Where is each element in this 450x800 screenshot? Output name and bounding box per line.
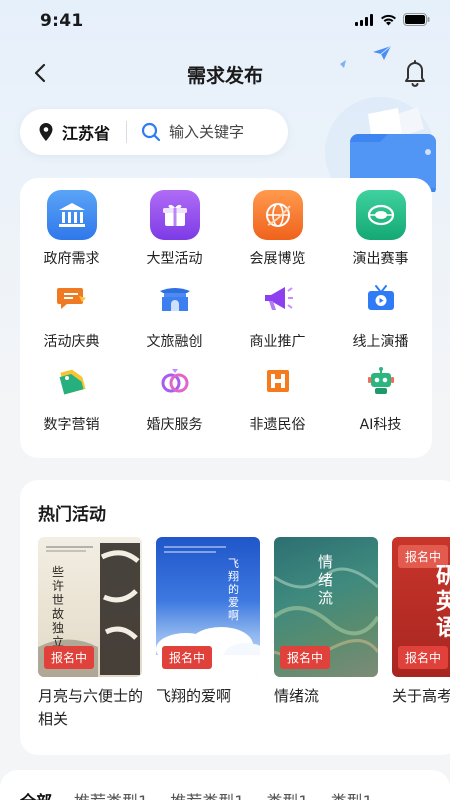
category-government[interactable]: 政府需求 <box>20 190 123 273</box>
category-label: 数字营销 <box>43 417 100 433</box>
category-performance[interactable]: 演出赛事 <box>329 190 432 273</box>
page-title: 需求发布 <box>186 65 263 87</box>
cover-title: 研英语 <box>436 563 450 641</box>
status-bar: 9:41 <box>0 0 450 44</box>
status-time: 9:41 <box>40 11 84 31</box>
tab-type-2[interactable]: 类型1 <box>331 770 373 800</box>
category-promotion[interactable]: 商业推广 <box>226 273 329 356</box>
activity-cover: 些许世故独立事 报名中 <box>38 537 142 677</box>
gift-box-icon <box>149 190 200 240</box>
category-label: 会展博览 <box>249 251 306 267</box>
activity-cover: 飞翔的爱啊 报名中 <box>156 537 260 677</box>
status-badge: 报名中 <box>398 646 449 669</box>
activity-cover: 报名中 研英语 报名中 <box>392 537 450 677</box>
cover-title: 飞翔的爱啊 <box>228 557 239 622</box>
chat-flag-icon <box>46 273 97 323</box>
category-label: AI科技 <box>359 417 402 433</box>
cover-title: 情绪流 <box>318 553 334 607</box>
activity-list: 些许世故独立事 报名中 月亮与六便士的相关 飞翔的爱啊 报名中 飞翔的爱啊 <box>38 537 450 731</box>
category-tab-bar: 全部 推荐类型1 推荐类型1 类型1 类型1 <box>0 770 450 800</box>
location-pin-icon[interactable] <box>38 122 54 142</box>
activity-name: 情绪流 <box>274 687 320 705</box>
status-badge: 报名中 <box>280 646 331 669</box>
government-icon <box>46 190 97 240</box>
activity-card[interactable]: 情绪流 报名中 情绪流 <box>274 537 378 731</box>
wifi-icon <box>381 14 396 25</box>
category-expo[interactable]: 会展博览 <box>226 190 329 273</box>
tab-recommended-1[interactable]: 推荐类型1 <box>74 770 148 800</box>
pattern-icon <box>252 356 303 406</box>
tab-recommended-2[interactable]: 推荐类型1 <box>170 770 244 800</box>
search-bar: 江苏省 <box>20 109 288 155</box>
tab-type-1[interactable]: 类型1 <box>266 770 308 800</box>
status-badge: 报名中 <box>162 646 213 669</box>
stadium-icon <box>355 190 406 240</box>
category-ai-tech[interactable]: AI科技 <box>329 356 432 439</box>
tv-icon <box>355 273 406 323</box>
category-label: 政府需求 <box>43 251 100 267</box>
globe-icon <box>252 190 303 240</box>
hot-activities-section: 热门活动 些许世故独立事 报名中 月亮与六便士的相关 <box>20 480 450 755</box>
activity-card[interactable]: 飞翔的爱啊 报名中 飞翔的爱啊 <box>156 537 260 731</box>
category-celebration[interactable]: 活动庆典 <box>20 273 123 356</box>
section-title: 热门活动 <box>38 505 106 525</box>
search-icon[interactable] <box>141 122 161 142</box>
search-divider <box>126 121 128 143</box>
category-label: 大型活动 <box>146 251 203 267</box>
signal-icon <box>355 13 373 26</box>
activity-name: 飞翔的爱啊 <box>156 687 232 705</box>
category-label: 婚庆服务 <box>146 417 203 433</box>
category-label: 文旅融创 <box>146 334 203 350</box>
activity-name: 月亮与六便士的相关 <box>38 687 144 728</box>
category-culture-tourism[interactable]: 文旅融创 <box>123 273 226 356</box>
category-label: 演出赛事 <box>352 251 409 267</box>
activity-card[interactable]: 些许世故独立事 报名中 月亮与六便士的相关 <box>38 537 143 731</box>
status-icons <box>355 13 430 26</box>
tab-all[interactable]: 全部 <box>20 770 52 800</box>
category-online-broadcast[interactable]: 线上演播 <box>329 273 432 356</box>
paper-plane-icon <box>373 45 392 60</box>
battery-icon <box>403 13 430 26</box>
activity-card[interactable]: 报名中 研英语 报名中 关于高考高考 <box>392 537 450 731</box>
bell-icon[interactable] <box>400 56 430 88</box>
category-wedding[interactable]: 婚庆服务 <box>123 356 226 439</box>
category-label: 非遗民俗 <box>249 417 306 433</box>
category-label: 线上演播 <box>352 334 409 350</box>
category-label: 商业推广 <box>249 334 306 350</box>
tag-icon <box>46 356 97 406</box>
status-badge: 报名中 <box>44 646 95 669</box>
category-grid: 政府需求 大型活动 会展博览 演出赛事 活动庆典 文旅融创 商业推广 线上演播 … <box>20 190 432 439</box>
category-digital-marketing[interactable]: 数字营销 <box>20 356 123 439</box>
gate-icon <box>149 273 200 323</box>
category-card: 政府需求 大型活动 会展博览 演出赛事 活动庆典 文旅融创 商业推广 线上演播 … <box>20 178 432 458</box>
category-heritage[interactable]: 非遗民俗 <box>226 356 329 439</box>
category-label: 活动庆典 <box>43 334 100 350</box>
activity-cover: 情绪流 报名中 <box>274 537 378 677</box>
megaphone-icon <box>252 273 303 323</box>
activity-name: 关于高考高考 <box>392 687 450 705</box>
search-input[interactable] <box>169 123 280 141</box>
rings-icon <box>149 356 200 406</box>
robot-icon <box>355 356 406 406</box>
category-large-event[interactable]: 大型活动 <box>123 190 226 273</box>
location-selector[interactable]: 江苏省 <box>62 120 110 144</box>
